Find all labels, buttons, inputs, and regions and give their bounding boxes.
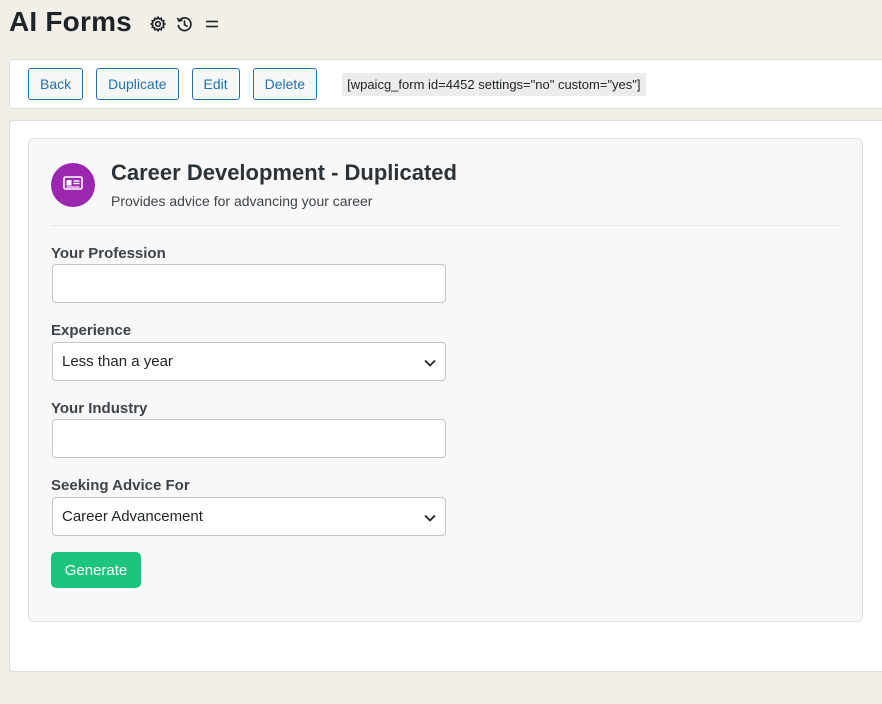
back-button[interactable]: Back — [28, 68, 84, 100]
profession-input[interactable] — [52, 264, 446, 303]
experience-select-value: Less than a year — [62, 353, 173, 370]
page-header: AI Forms — [9, 6, 221, 38]
shortcode-text[interactable]: [wpaicg_form id=4452 settings="no" custo… — [342, 72, 646, 96]
page-title: AI Forms — [9, 6, 132, 37]
delete-button[interactable]: Delete — [252, 68, 318, 100]
form-card: Career Development - Duplicated Provides… — [28, 138, 863, 622]
chevron-down-icon — [424, 359, 436, 367]
seeking-advice-label: Seeking Advice For — [51, 477, 190, 494]
form-toolbar: Back Duplicate Edit Delete [wpaicg_form … — [9, 59, 882, 109]
duplicate-button[interactable]: Duplicate — [96, 68, 179, 100]
form-header: Career Development - Duplicated Provides… — [51, 160, 457, 209]
header-icons — [149, 15, 221, 33]
seeking-advice-select-value: Career Advancement — [62, 508, 203, 525]
profession-label: Your Profession — [51, 245, 166, 262]
edit-button[interactable]: Edit — [191, 68, 240, 100]
gear-icon[interactable] — [149, 15, 167, 33]
form-description: Provides advice for advancing your caree… — [111, 193, 373, 209]
form-preview-panel: Career Development - Duplicated Provides… — [9, 120, 882, 672]
form-avatar — [51, 163, 95, 207]
menu-icon[interactable] — [203, 15, 221, 33]
id-card-icon — [63, 175, 83, 196]
generate-button[interactable]: Generate — [51, 552, 141, 588]
form-titles: Career Development - Duplicated Provides… — [111, 160, 457, 209]
history-icon[interactable] — [176, 15, 194, 33]
form-title: Career Development - Duplicated — [111, 160, 457, 185]
chevron-down-icon — [424, 514, 436, 522]
experience-select[interactable]: Less than a year — [52, 342, 446, 381]
seeking-advice-select[interactable]: Career Advancement — [52, 497, 446, 536]
industry-input[interactable] — [52, 419, 446, 458]
divider — [51, 225, 840, 226]
experience-label: Experience — [51, 322, 132, 339]
industry-label: Your Industry — [51, 400, 148, 417]
